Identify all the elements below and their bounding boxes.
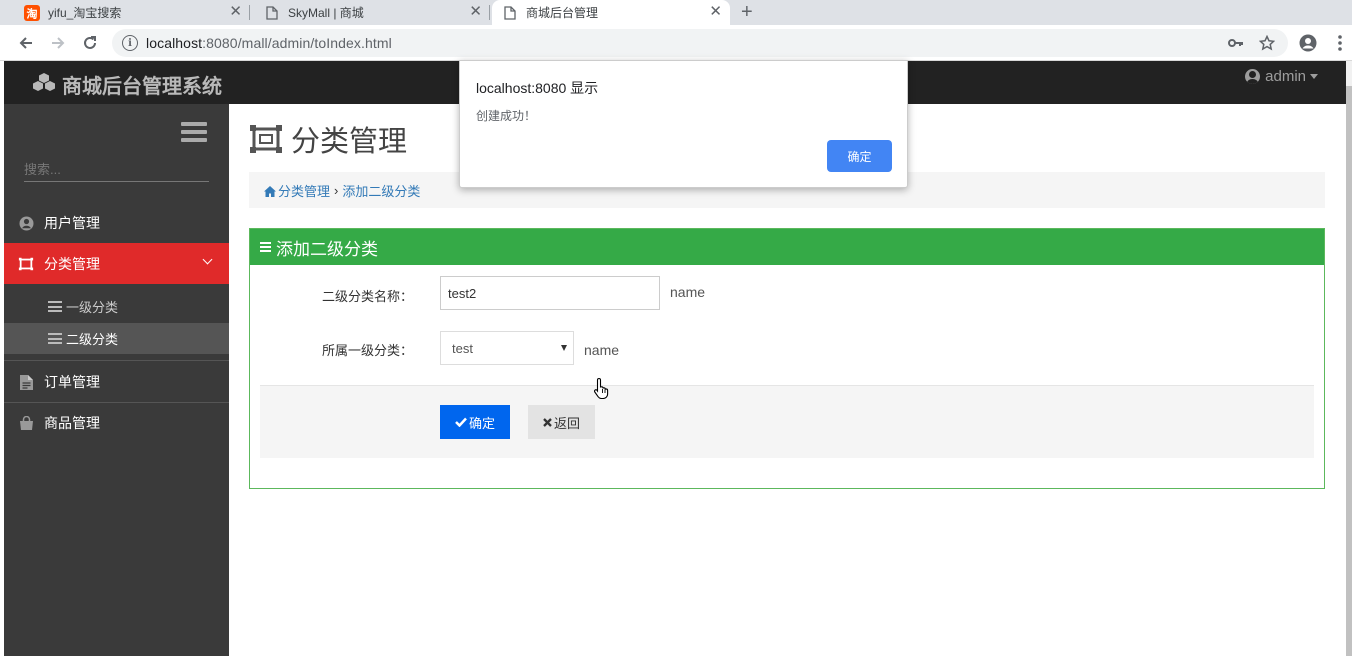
sidebar: 用户管理 分类管理 一级分类 二级分类 订单管理 商品管理 — [4, 104, 229, 656]
taobao-icon: 淘 — [24, 4, 40, 21]
breadcrumb-root[interactable]: 分类管理 — [278, 181, 330, 200]
sidebar-item-label: 用户管理 — [44, 215, 100, 231]
close-icon[interactable]: ✕ — [229, 4, 242, 20]
forward-arrow-icon[interactable] — [47, 32, 69, 54]
browser-toolbar: i localhost:8080/mall/admin/toIndex.html — [0, 25, 1352, 61]
bars-icon — [260, 242, 271, 252]
scrollbar-thumb[interactable] — [1346, 86, 1352, 656]
parent-category-select[interactable]: test — [440, 331, 574, 365]
brand-title: 商城后台管理系统 — [62, 76, 222, 98]
tab-skymall[interactable]: SkyMall | 商城 ✕ — [254, 0, 490, 25]
key-icon[interactable] — [1227, 33, 1245, 53]
subcategory-name-label: 二级分类名称： — [322, 289, 414, 304]
back-button[interactable]: 返回 — [528, 405, 595, 439]
menu-toggle-icon[interactable] — [181, 122, 207, 142]
alert-dialog: localhost:8080 显示 创建成功！ 确定 — [459, 60, 908, 188]
cubes-logo-icon — [32, 72, 56, 98]
user-circle-icon — [1245, 69, 1261, 84]
name-hint: name — [670, 284, 706, 300]
crop-icon — [249, 124, 283, 154]
profile-icon[interactable] — [1297, 32, 1319, 54]
reload-icon[interactable] — [79, 32, 101, 54]
page-scrollbar[interactable] — [1346, 61, 1352, 656]
parent-category-label: 所属一级分类： — [322, 343, 414, 358]
dialog-ok-button[interactable]: 确定 — [827, 140, 892, 172]
form-panel: 添加二级分类 二级分类名称： name 所属一级分类： test name 确定… — [249, 228, 1325, 489]
crop-icon — [18, 256, 34, 272]
form-actions: 确定 返回 — [260, 385, 1314, 458]
list-icon — [48, 301, 62, 312]
tab-title: 商城后台管理 — [526, 6, 599, 20]
svg-text:淘: 淘 — [27, 6, 38, 20]
sidebar-item-products[interactable]: 商品管理 — [4, 408, 229, 438]
close-icon[interactable]: ✕ — [469, 4, 482, 20]
close-icon[interactable]: ✕ — [709, 4, 722, 20]
check-icon — [455, 415, 467, 430]
dropdown-arrow-icon — [561, 345, 567, 351]
info-icon[interactable]: i — [122, 35, 138, 51]
tab-admin[interactable]: 商城后台管理 ✕ — [492, 0, 730, 25]
panel-header: 添加二级分类 — [250, 229, 1324, 265]
sidebar-search-input[interactable] — [24, 158, 209, 182]
document-icon — [264, 5, 280, 21]
sidebar-item-label: 订单管理 — [44, 374, 100, 390]
user-name: admin — [1265, 68, 1306, 85]
back-arrow-icon[interactable] — [15, 32, 37, 54]
address-bar[interactable]: i localhost:8080/mall/admin/toIndex.html — [112, 29, 1288, 57]
shopping-bag-icon — [18, 415, 34, 431]
user-circle-icon — [18, 215, 34, 231]
breadcrumb-separator: › — [334, 182, 339, 198]
breadcrumb-current[interactable]: 添加二级分类 — [342, 181, 420, 200]
dialog-message: 创建成功！ — [476, 109, 537, 123]
tab-title: yifu_淘宝搜索 — [48, 6, 122, 20]
page-title-text: 分类管理 — [291, 126, 408, 158]
list-icon — [48, 333, 62, 344]
url-text[interactable]: localhost:8080/mall/admin/toIndex.html — [146, 35, 392, 51]
hand-cursor-icon — [593, 377, 611, 400]
browser-tab-strip: 淘 yifu_淘宝搜索 ✕ SkyMall | 商城 ✕ 商城后台管理 ✕ + — [0, 0, 1352, 25]
sidebar-subitem-label: 二级分类 — [66, 332, 119, 347]
document-icon — [502, 5, 518, 21]
sidebar-item-users[interactable]: 用户管理 — [4, 209, 229, 237]
user-menu[interactable]: admin — [1245, 68, 1318, 85]
sidebar-subitem-label: 一级分类 — [66, 300, 119, 315]
page-title: 分类管理 — [249, 118, 407, 160]
panel-title: 添加二级分类 — [276, 239, 378, 259]
times-icon — [543, 415, 552, 430]
sidebar-item-label: 商品管理 — [44, 415, 100, 431]
submit-button-label: 确定 — [468, 415, 495, 431]
sidebar-item-categories[interactable]: 分类管理 — [4, 243, 229, 284]
new-tab-button[interactable]: + — [741, 0, 753, 24]
sidebar-divider — [4, 402, 229, 403]
tab-title: SkyMall | 商城 — [288, 6, 364, 20]
parent-hint: name — [584, 342, 620, 358]
more-vertical-icon[interactable] — [1329, 32, 1351, 54]
sidebar-subitem-level1[interactable]: 一级分类 — [4, 291, 229, 322]
caret-down-icon — [1310, 74, 1318, 79]
sidebar-item-label: 分类管理 — [44, 255, 100, 272]
sidebar-subitem-level2[interactable]: 二级分类 — [4, 323, 229, 354]
star-icon[interactable] — [1258, 33, 1276, 53]
tab-taobao[interactable]: 淘 yifu_淘宝搜索 ✕ — [14, 0, 250, 25]
chevron-down-icon — [202, 254, 213, 265]
parent-category-value: test — [452, 340, 473, 356]
file-text-icon — [18, 374, 34, 390]
home-icon — [264, 185, 276, 197]
subcategory-name-input[interactable] — [440, 276, 660, 310]
submit-button[interactable]: 确定 — [440, 405, 510, 439]
back-button-label: 返回 — [553, 415, 580, 431]
brand[interactable]: 商城后台管理系统 — [32, 70, 222, 99]
sidebar-divider — [4, 360, 229, 361]
dialog-title: localhost:8080 显示 — [476, 80, 599, 96]
sidebar-item-orders[interactable]: 订单管理 — [4, 367, 229, 397]
